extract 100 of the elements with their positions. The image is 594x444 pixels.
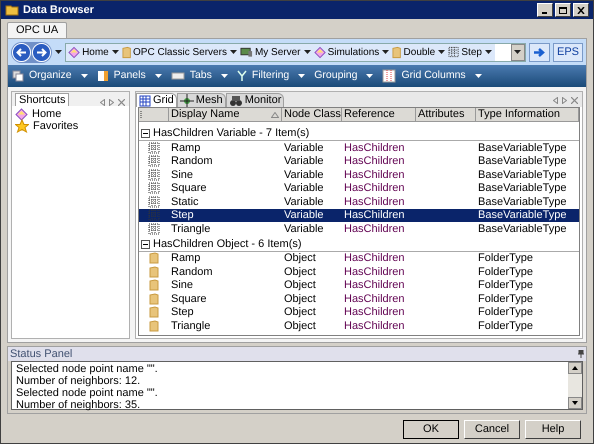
folder-icon <box>149 320 159 332</box>
collapse-icon[interactable] <box>141 240 150 248</box>
table-cell-text: HasChildren <box>343 278 406 293</box>
binoculars-icon <box>228 94 243 106</box>
grid-row[interactable]: Square Object HasChildren FolderType <box>139 292 579 306</box>
table-cell-text: HasChildren <box>343 168 406 182</box>
toolbar-menu[interactable]: Organize <box>29 68 72 84</box>
column-header[interactable]: Type Information <box>478 106 560 123</box>
view-tab[interactable]: Monitor <box>226 93 284 107</box>
scrollbar[interactable] <box>568 362 582 409</box>
toolbar-menu[interactable]: Tabs <box>190 68 212 84</box>
grid-row[interactable]: Triangle Object HasChildren FolderType <box>139 319 579 332</box>
eps-button[interactable]: EPS <box>552 42 583 62</box>
caret-icon[interactable] <box>112 50 119 54</box>
go-button[interactable] <box>528 42 550 62</box>
table-cell-text: Step <box>170 208 195 223</box>
caret-icon[interactable] <box>438 50 446 54</box>
table-cell-text: Object <box>283 264 317 280</box>
tab[interactable]: OPC UA <box>7 22 68 38</box>
grid-row[interactable]: Square Variable HasChildren BaseVariableType <box>139 182 579 195</box>
table-cell-text: HasChildren <box>343 208 406 223</box>
toolbar-menu[interactable]: Grouping <box>314 68 358 84</box>
caret-icon[interactable] <box>474 74 482 78</box>
table-cell-text: Random <box>170 154 214 169</box>
grid-row[interactable]: Ramp Object HasChildren FolderType <box>139 252 579 265</box>
table-cell-text: Static <box>170 194 200 210</box>
down-arrow-icon[interactable] <box>572 401 578 405</box>
back-button[interactable] <box>12 42 31 62</box>
log-line: Number of neighbors: 35. <box>16 399 142 411</box>
dropdown-button[interactable] <box>510 44 525 60</box>
column-header[interactable]: Attributes <box>418 106 464 123</box>
breadcrumb-item[interactable]: Step <box>461 44 482 60</box>
table-cell-text: HasChildren <box>343 318 406 334</box>
close-icon[interactable] <box>571 97 578 104</box>
table-cell-text: HasChildren <box>343 154 406 169</box>
sort-icon[interactable] <box>271 112 279 118</box>
grid-row[interactable]: Static Variable HasChildren BaseVariableType <box>139 195 579 208</box>
table-cell-text: BaseVariableType <box>477 222 568 236</box>
breadcrumb-item[interactable]: Simulations <box>328 44 380 60</box>
pin-icon[interactable] <box>578 350 584 358</box>
close-icon[interactable] <box>118 99 125 106</box>
caret-icon[interactable] <box>230 50 237 54</box>
column-header[interactable]: Reference <box>344 106 395 123</box>
caret-icon[interactable] <box>220 74 228 78</box>
dialog-button[interactable]: Cancel <box>464 420 520 439</box>
grid-row[interactable]: Random Variable HasChildren BaseVariableType <box>139 154 579 168</box>
caret-icon[interactable] <box>382 50 390 54</box>
grid-row[interactable]: Step Variable HasChildren BaseVariableType <box>139 208 579 222</box>
caret-icon[interactable] <box>366 74 374 78</box>
left-arrow-icon[interactable] <box>100 99 105 106</box>
grid-row[interactable]: Triangle Variable HasChildren BaseVariableType <box>139 222 579 236</box>
view-tab[interactable]: Mesh <box>176 93 226 107</box>
right-arrow-icon <box>36 48 47 56</box>
folder-icon <box>149 266 159 278</box>
shortcuts-tab[interactable]: Shortcuts <box>15 93 70 106</box>
close-button[interactable] <box>573 3 589 17</box>
caret-icon[interactable] <box>55 50 62 54</box>
table-cell-text: HasChildren <box>343 292 406 306</box>
caret-icon[interactable] <box>514 50 522 54</box>
breadcrumb-field[interactable]: Home OPC Classic Servers My Server Simulations Double Step <box>65 42 526 62</box>
table-cell-text: BaseVariableType <box>477 168 568 182</box>
caret-icon[interactable] <box>154 74 162 78</box>
collapse-icon[interactable] <box>141 129 150 138</box>
forward-button[interactable] <box>32 42 51 62</box>
caret-icon[interactable] <box>298 74 306 78</box>
grid-row[interactable]: Ramp Variable HasChildren BaseVariableType <box>139 141 579 154</box>
view-tab[interactable]: Grid <box>136 93 177 107</box>
column-header[interactable]: Node Class <box>284 106 341 123</box>
maximize-button[interactable] <box>555 3 571 17</box>
group-header[interactable]: HasChildren Object - 6 Item(s) <box>153 238 302 250</box>
breadcrumb-item[interactable]: OPC Classic Servers <box>133 44 227 60</box>
table-cell-text: Sine <box>170 168 194 182</box>
up-arrow-icon[interactable] <box>572 366 578 370</box>
caret-icon[interactable] <box>304 50 310 54</box>
table-cell-text: Variable <box>283 208 325 223</box>
window-title: Data Browser <box>23 2 94 18</box>
right-arrow-icon[interactable] <box>109 99 114 106</box>
breadcrumb-item[interactable]: Double <box>404 44 436 60</box>
toolbar-menu[interactable]: Grid Columns <box>401 68 466 84</box>
grid-row[interactable]: Sine Object HasChildren FolderType <box>139 278 579 292</box>
dialog-button[interactable]: Help <box>525 420 581 439</box>
minimize-button[interactable] <box>537 3 553 17</box>
folder-icon <box>5 4 19 16</box>
table-cell-text: FolderType <box>477 305 534 320</box>
grid-row[interactable]: Step Object HasChildren FolderType <box>139 306 579 319</box>
breadcrumb-item[interactable]: My Server <box>254 44 300 60</box>
grid-row[interactable]: Sine Variable HasChildren BaseVariableType <box>139 168 579 182</box>
table-cell-text: FolderType <box>477 264 534 280</box>
toolbar-menu[interactable]: Filtering <box>252 68 290 84</box>
breadcrumb-item[interactable]: Home <box>82 44 109 60</box>
column-header[interactable]: Display Name <box>171 106 240 123</box>
caret-icon[interactable] <box>484 50 492 54</box>
caret-icon[interactable] <box>80 74 88 78</box>
left-arrow-icon[interactable] <box>553 97 558 104</box>
toolbar-menu[interactable]: Panels <box>114 68 146 84</box>
grid-row[interactable]: Random Object HasChildren FolderType <box>139 265 579 278</box>
dialog-button[interactable]: OK <box>403 420 459 439</box>
group-header[interactable]: HasChildren Variable - 7 Item(s) <box>153 127 310 140</box>
right-arrow-icon[interactable] <box>562 97 567 104</box>
table-cell-text: Square <box>170 292 208 306</box>
